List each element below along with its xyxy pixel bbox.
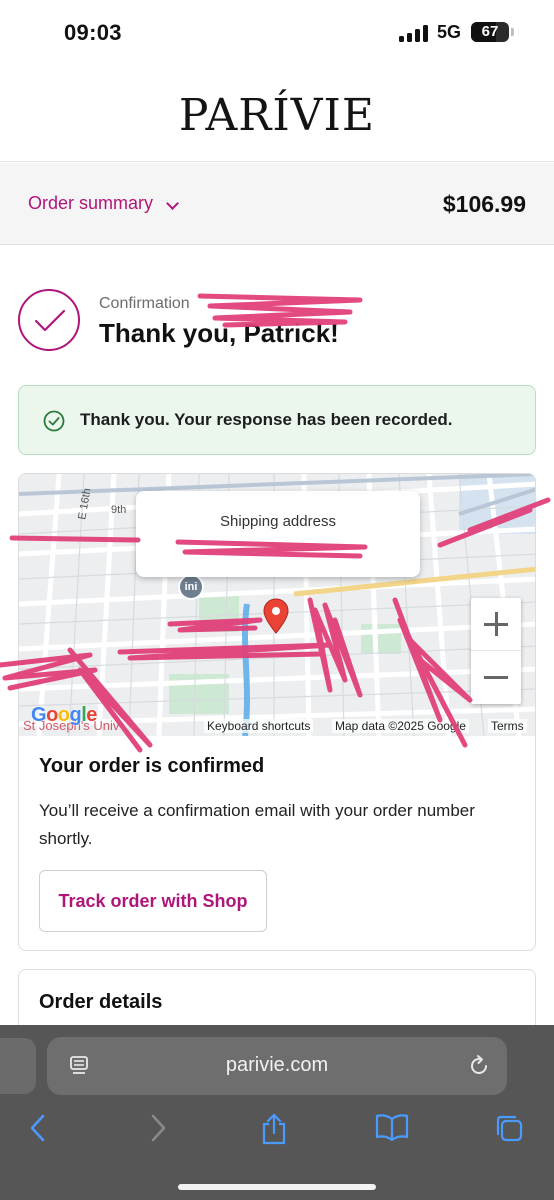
browser-nav-toolbar: [0, 1099, 554, 1159]
track-order-label: Track order with Shop: [58, 891, 248, 911]
google-logo[interactable]: Google: [31, 704, 97, 727]
order-confirmed-body: You’ll receive a confirmation email with…: [39, 801, 475, 848]
track-order-button[interactable]: Track order with Shop: [39, 870, 267, 932]
shipping-address-popup: Shipping address: [136, 491, 420, 577]
tabs-icon[interactable]: [494, 1113, 524, 1143]
confirmation-number-label: Confirmation: [99, 295, 190, 312]
thank-you-heading: Thank you, Patrick!: [99, 318, 339, 348]
map-attribution: Google Keyboard shortcuts Map data ©2025…: [19, 704, 535, 736]
order-summary-bar[interactable]: Order summary $106.99: [0, 163, 554, 245]
order-confirmed-title: Your order is confirmed: [39, 755, 265, 777]
network-type: 5G: [437, 22, 462, 42]
reload-icon[interactable]: [467, 1054, 491, 1078]
browser-toolbar: parivie.com: [0, 1025, 554, 1200]
bookmarks-icon[interactable]: [375, 1113, 409, 1141]
shipping-map[interactable]: E 16th 9th St Joseph's Univ ini Shipping…: [19, 474, 535, 736]
zoom-out-button[interactable]: [471, 651, 521, 704]
popup-title: Shipping address: [220, 513, 336, 530]
order-details-title: Order details: [39, 991, 163, 1013]
keyboard-shortcuts-link[interactable]: Keyboard shortcuts: [204, 719, 314, 733]
order-summary-toggle[interactable]: Order summary: [28, 193, 153, 214]
previous-tab-preview[interactable]: [0, 1038, 36, 1094]
map-label-street: 9th: [111, 504, 127, 516]
map-pin-icon[interactable]: [262, 598, 290, 634]
terms-link[interactable]: Terms: [488, 719, 527, 733]
order-total: $106.99: [442, 191, 526, 217]
success-banner: Thank you. Your response has been record…: [18, 385, 536, 455]
minus-icon: [484, 676, 508, 679]
url-text[interactable]: parivie.com: [47, 1054, 507, 1077]
home-indicator: [178, 1184, 376, 1190]
cellular-signal-icon: [399, 25, 429, 42]
plus-icon-vertical: [495, 612, 498, 636]
address-bar[interactable]: parivie.com: [47, 1037, 507, 1095]
zoom-controls: [471, 598, 521, 704]
forward-icon[interactable]: [148, 1113, 168, 1143]
transit-station-icon[interactable]: ini: [178, 574, 204, 600]
battery-level: 67: [481, 23, 499, 40]
battery-icon: 67: [471, 22, 509, 42]
back-icon[interactable]: [28, 1113, 48, 1143]
success-check-icon: [43, 410, 65, 432]
chevron-down-icon[interactable]: [166, 197, 179, 210]
banner-message: Thank you. Your response has been record…: [80, 410, 453, 429]
map-data-link[interactable]: Map data ©2025 Google: [332, 719, 469, 733]
check-circle-icon: [18, 289, 80, 351]
status-bar: 09:03 5G 67: [0, 0, 554, 64]
order-confirmed-card: E 16th 9th St Joseph's Univ ini Shipping…: [18, 473, 536, 951]
battery-nub: [511, 28, 514, 36]
share-icon[interactable]: [260, 1113, 288, 1145]
brand-logo[interactable]: PARÍVIE: [0, 90, 554, 141]
status-time: 09:03: [64, 20, 122, 45]
zoom-in-button[interactable]: [471, 598, 521, 651]
brand-header: PARÍVIE: [0, 64, 554, 162]
